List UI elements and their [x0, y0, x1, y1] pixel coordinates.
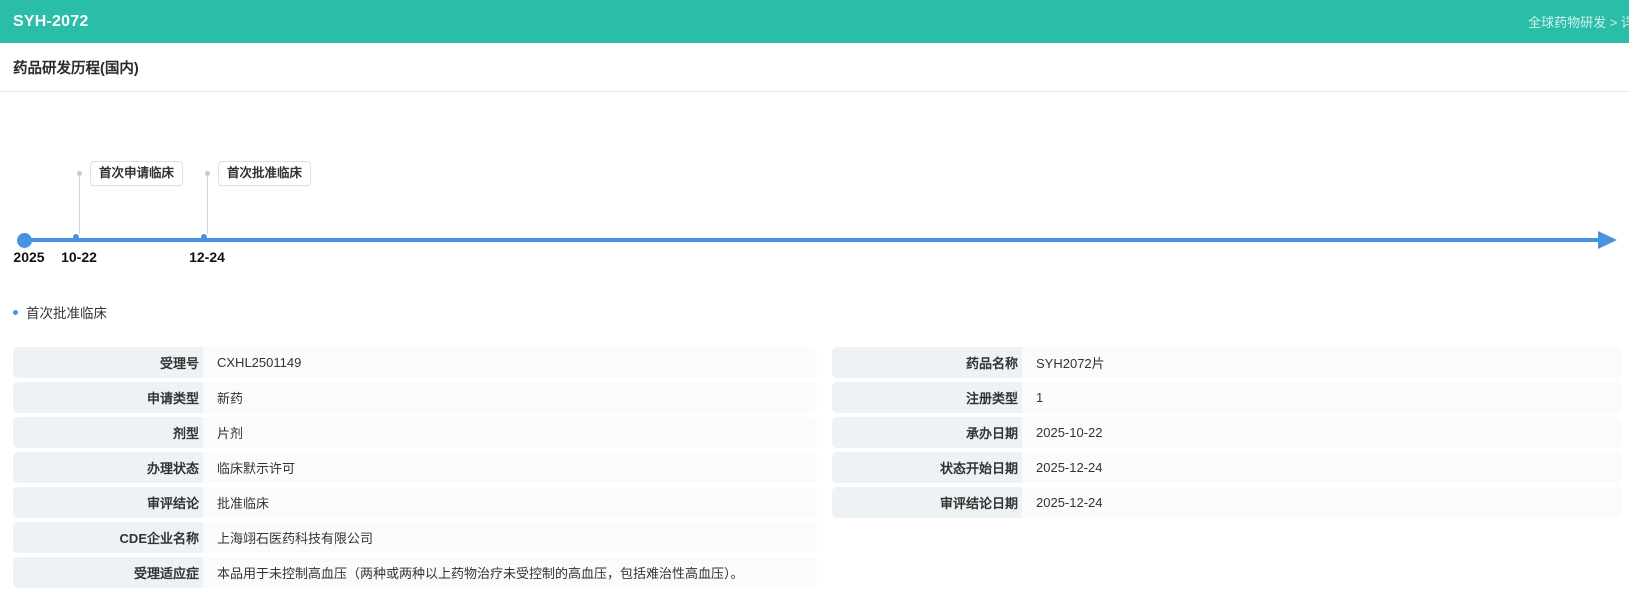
timeline: 2025 首次申请临床 10-22 首次批准临床 12-24	[0, 92, 1629, 282]
table-row: 申请类型 新药	[13, 382, 817, 413]
milestone-label[interactable]: 首次批准临床	[218, 161, 311, 186]
milestone-date: 10-22	[61, 249, 97, 265]
table-row: 受理号 CXHL2501149	[13, 347, 817, 378]
table-row: 审评结论 批准临床	[13, 487, 817, 518]
table-row: 受理适应症 本品用于未控制高血压（两种或两种以上药物治疗未受控制的高血压，包括难…	[13, 557, 817, 588]
breadcrumb[interactable]: 全球药物研发 > 详情	[1528, 12, 1629, 31]
field-value: 片剂	[203, 417, 817, 448]
timeline-start-dot-icon	[17, 233, 32, 248]
field-label: 申请类型	[13, 382, 203, 413]
detail-table-left: 受理号 CXHL2501149 申请类型 新药 剂型 片剂 办理状态 临床默示许…	[13, 347, 817, 592]
field-value: 2025-12-24	[1022, 487, 1622, 518]
milestone-date: 12-24	[189, 249, 225, 265]
field-value: 上海翊石医药科技有限公司	[203, 522, 817, 553]
table-row: 状态开始日期 2025-12-24	[832, 452, 1622, 483]
timeline-node-icon[interactable]	[73, 234, 79, 240]
detail-table-right: 药品名称 SYH2072片 注册类型 1 承办日期 2025-10-22 状态开…	[832, 347, 1622, 522]
table-row: 办理状态 临床默示许可	[13, 452, 817, 483]
field-value: 临床默示许可	[203, 452, 817, 483]
connector-line	[207, 176, 208, 234]
field-label: 剂型	[13, 417, 203, 448]
field-label: 承办日期	[832, 417, 1022, 448]
detail-heading: 首次批准临床	[26, 302, 107, 322]
table-row: 剂型 片剂	[13, 417, 817, 448]
connector-line	[79, 176, 80, 234]
drug-detail-page: SYH-2072 全球药物研发 > 详情 药品研发历程(国内) 2025 首次申…	[0, 0, 1629, 615]
field-label: 审评结论	[13, 487, 203, 518]
detail-heading-row: 首次批准临床	[13, 303, 1629, 321]
field-value: 本品用于未控制高血压（两种或两种以上药物治疗未受控制的高血压，包括难治性高血压）…	[203, 557, 817, 588]
field-label: 状态开始日期	[832, 452, 1022, 483]
table-row: 注册类型 1	[832, 382, 1622, 413]
field-label: 受理适应症	[13, 557, 203, 588]
app-header: SYH-2072 全球药物研发 > 详情	[0, 0, 1629, 43]
field-label: 审评结论日期	[832, 487, 1022, 518]
field-label: 药品名称	[832, 347, 1022, 378]
field-label: 办理状态	[13, 452, 203, 483]
timeline-axis	[24, 238, 1602, 242]
field-value: 2025-12-24	[1022, 452, 1622, 483]
milestone-label[interactable]: 首次申请临床	[90, 161, 183, 186]
timeline-node-icon[interactable]	[201, 234, 207, 240]
table-row: CDE企业名称 上海翊石医药科技有限公司	[13, 522, 817, 553]
field-label: 注册类型	[832, 382, 1022, 413]
field-value: SYH2072片	[1022, 347, 1622, 378]
timeline-arrow-icon	[1598, 231, 1617, 249]
field-value: 新药	[203, 382, 817, 413]
section-title: 药品研发历程(国内)	[13, 57, 139, 78]
field-label: 受理号	[13, 347, 203, 378]
section-head: 药品研发历程(国内)	[0, 43, 1629, 92]
field-value: CXHL2501149	[203, 347, 817, 378]
field-value: 1	[1022, 382, 1622, 413]
page-title: SYH-2072	[13, 13, 88, 31]
field-value: 2025-10-22	[1022, 417, 1622, 448]
bullet-icon	[13, 310, 18, 315]
field-label: CDE企业名称	[13, 522, 203, 553]
field-value: 批准临床	[203, 487, 817, 518]
timeline-start-year: 2025	[13, 249, 44, 265]
table-row: 审评结论日期 2025-12-24	[832, 487, 1622, 518]
detail-tables: 受理号 CXHL2501149 申请类型 新药 剂型 片剂 办理状态 临床默示许…	[13, 347, 1629, 592]
table-row: 承办日期 2025-10-22	[832, 417, 1622, 448]
table-row: 药品名称 SYH2072片	[832, 347, 1622, 378]
